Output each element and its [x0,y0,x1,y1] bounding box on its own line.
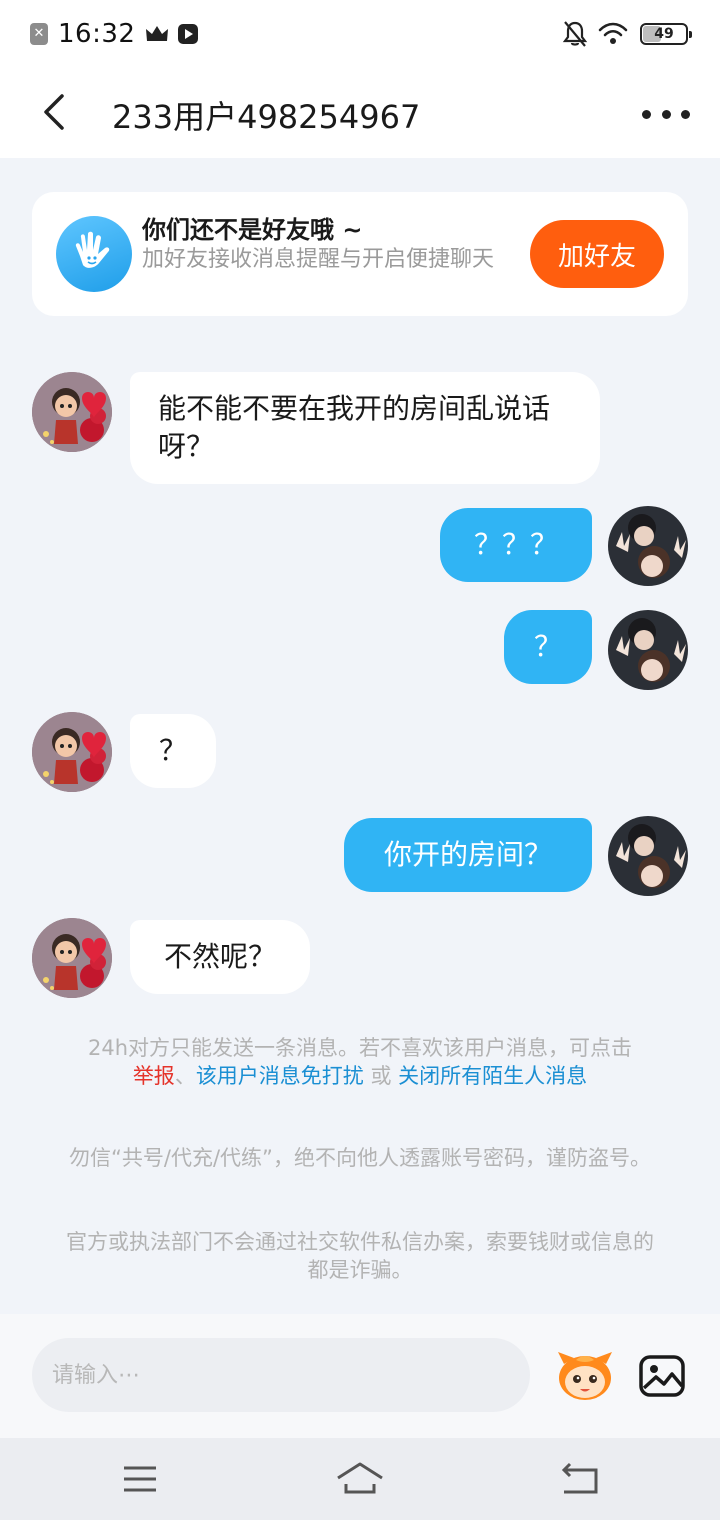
add-friend-button[interactable]: 加好友 [530,220,664,288]
more-dot [642,109,651,119]
more-dot [681,109,690,119]
close-stranger-messages-link[interactable]: 关闭所有陌生人消息 [398,1064,587,1088]
limit-notice-text: 24h对方只能发送一条消息。若不喜欢该用户消息，可点击 [87,1036,633,1060]
message-bubble-outgoing[interactable]: ？ [504,610,592,684]
message-bubble-outgoing[interactable]: 你开的房间？ [344,818,592,892]
more-dot [661,109,671,119]
avatar-self[interactable] [608,816,688,896]
emoji-mascot-icon[interactable] [554,1348,616,1404]
home-icon[interactable] [334,1458,386,1500]
message-bubble-outgoing[interactable]: ？？？ [440,508,592,582]
mute-user-link[interactable]: 该用户消息免打扰 [196,1064,364,1088]
menu-icon[interactable] [116,1458,164,1500]
bell-off-icon [562,21,588,47]
input-bar [0,1314,720,1438]
status-time: 16:32 [58,19,136,49]
message-limit-notice: 24h对方只能发送一条消息。若不喜欢该用户消息，可点击 举报、该用户消息免打扰 … [40,1034,680,1090]
back-arrow-icon[interactable] [34,90,78,134]
message-bubble-incoming[interactable]: ？ [130,714,216,788]
safety-notice-account: 勿信“共号/代充/代练”，绝不向他人透露账号密码，谨防盗号。 [69,1146,651,1170]
separator-text: 、 [174,1064,196,1088]
close-badge-icon: ✕ [30,23,48,45]
play-icon [178,24,199,44]
chat-header: 233用户498254967 [0,68,720,158]
message-bubble-incoming[interactable]: 能不能不要在我开的房间乱说话呀？ [130,372,600,484]
avatar-other[interactable] [32,918,112,998]
report-link[interactable]: 举报 [133,1064,175,1088]
safety-notice-fraud: 官方或执法部门不会通过社交软件私信办案，索要钱财或信息的都是诈骗。 [66,1230,654,1282]
system-nav-bar [0,1438,720,1520]
status-bar: ✕ 16:32 49 [0,0,720,68]
friend-card-description: 加好友接收消息提醒与开启便捷聊天 [142,247,495,272]
message-bubble-incoming[interactable]: 不然呢？ [130,920,310,994]
add-friend-card: 你们还不是好友哦 ~ 加好友接收消息提醒与开启便捷聊天 加好友 [32,192,688,316]
avatar-other[interactable] [32,372,112,452]
status-left: ✕ 16:32 [30,17,199,51]
back-icon[interactable] [556,1458,604,1500]
avatar-other[interactable] [32,712,112,792]
avatar-self[interactable] [608,506,688,586]
or-text: 或 [363,1064,399,1088]
crown-icon [146,26,169,41]
battery-icon: 49 [640,23,692,45]
avatar-self[interactable] [608,610,688,690]
more-icon[interactable] [642,94,690,134]
battery-level: 49 [654,26,674,42]
status-right: 49 [562,17,692,51]
chat-title: 233用户498254967 [112,98,421,136]
wifi-icon [598,22,628,44]
hand-wave-icon [56,216,132,292]
friend-card-title: 你们还不是好友哦 ~ [142,216,363,244]
message-input[interactable] [32,1338,530,1412]
image-icon[interactable] [638,1352,686,1400]
